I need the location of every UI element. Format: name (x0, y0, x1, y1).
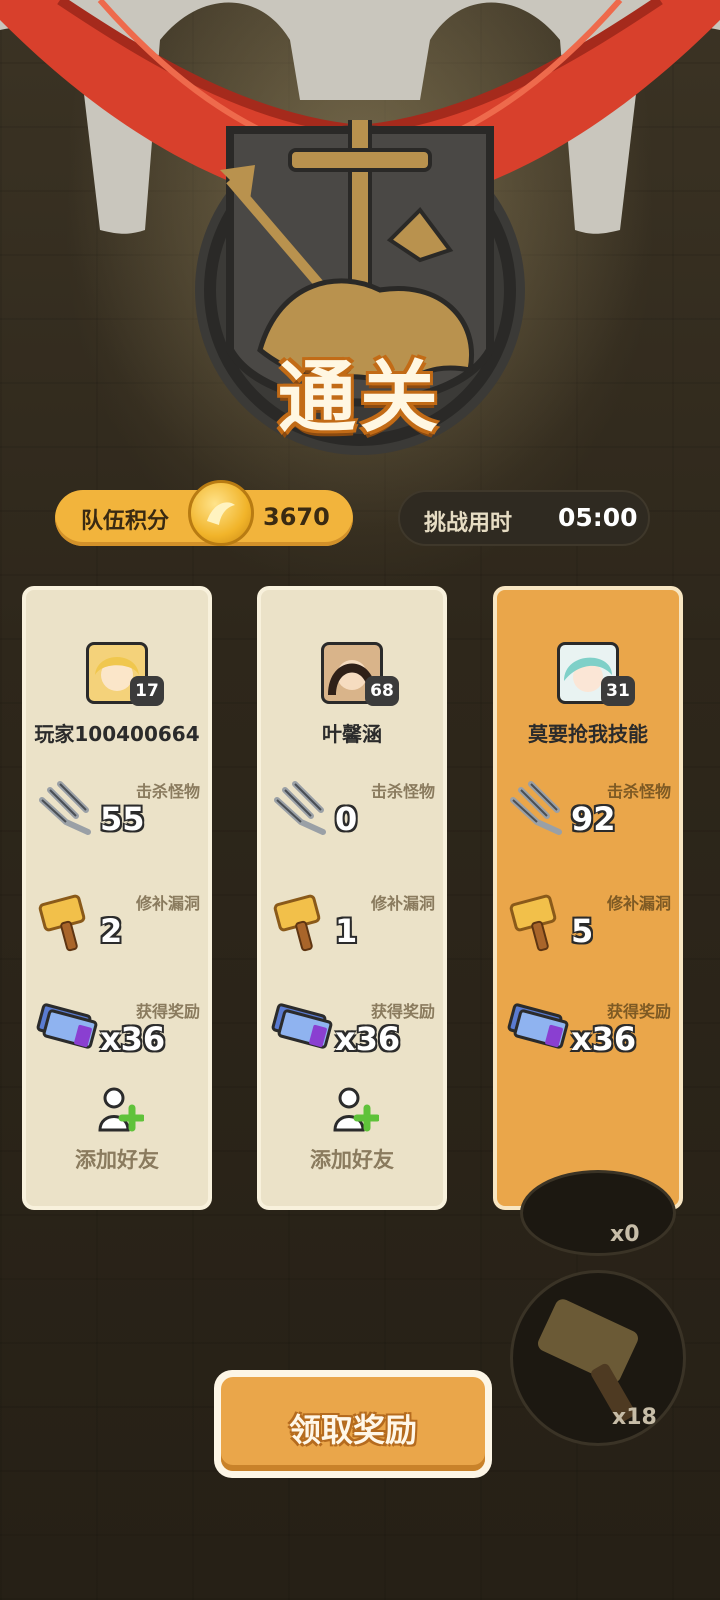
player-level-badge: 68 (365, 676, 399, 706)
victory-title: 通关 (277, 353, 442, 443)
kill-monsters-value: 0 (335, 800, 358, 838)
kill-monsters-value: 55 (100, 800, 145, 838)
hammer-icon (38, 894, 86, 952)
fix-holes-value: 5 (571, 912, 594, 950)
skill-slot-count: x18 (612, 1405, 657, 1430)
claim-reward-button[interactable]: 领取奖励 (214, 1370, 492, 1478)
fix-holes-value: 2 (100, 912, 123, 950)
rewards-value: x36 (571, 1020, 637, 1058)
rewards-label: 获得奖励 (136, 1002, 201, 1021)
skill-slot (520, 1170, 676, 1256)
hammer-icon (273, 894, 321, 952)
hammer-icon (509, 894, 557, 952)
add-friend-label: 添加好友 (75, 1148, 159, 1172)
rewards-label: 获得奖励 (607, 1002, 672, 1021)
add-friend-icon (98, 1087, 144, 1132)
player-card-self: 31 莫要抢我技能 击杀怪物 92 修补漏洞 5 获得奖励 x36 (493, 586, 683, 1210)
player-name: 玩家100400664 (34, 722, 200, 746)
rewards-label: 获得奖励 (371, 1002, 436, 1021)
add-friend-icon (333, 1087, 379, 1132)
team-score-value: 3670 (263, 503, 330, 531)
trident-icon (274, 781, 326, 835)
fix-holes-label: 修补漏洞 (607, 894, 672, 913)
fix-holes-label: 修补漏洞 (136, 894, 201, 913)
rewards-value: x36 (100, 1020, 166, 1058)
kill-monsters-label: 击杀怪物 (607, 782, 672, 801)
challenge-time-pill: 挑战用时 05:00 (398, 490, 650, 546)
coin-icon (188, 480, 254, 546)
player-card: 68 叶馨涵 击杀怪物 0 修补漏洞 1 获得奖励 x36 添加好友 (257, 586, 447, 1210)
claim-reward-label: 领取奖励 (288, 1411, 417, 1449)
add-friend-label: 添加好友 (310, 1148, 394, 1172)
player-card: 17 玩家100400664 击杀怪物 55 修补漏洞 2 获得奖励 x36 添… (22, 586, 212, 1210)
trident-icon (39, 781, 91, 835)
fix-holes-label: 修补漏洞 (371, 894, 436, 913)
rewards-value: x36 (335, 1020, 401, 1058)
skill-slot-count: x0 (610, 1222, 640, 1247)
kill-monsters-label: 击杀怪物 (371, 782, 436, 801)
skill-slot (510, 1270, 686, 1446)
hammer-icon (538, 1299, 638, 1423)
claim-reward-inner: 领取奖励 (221, 1377, 485, 1471)
trident-icon (510, 781, 562, 835)
ticket-icon (507, 1003, 569, 1049)
challenge-time-label: 挑战用时 (424, 511, 513, 536)
ticket-icon (36, 1003, 98, 1049)
player-name: 叶馨涵 (322, 722, 382, 746)
team-score-label: 队伍积分 (81, 509, 170, 534)
kill-monsters-value: 92 (571, 800, 616, 838)
player-level-badge: 31 (601, 676, 635, 706)
player-level-badge: 17 (130, 676, 164, 706)
ticket-icon (271, 1003, 333, 1049)
player-name: 莫要抢我技能 (528, 722, 648, 746)
kill-monsters-label: 击杀怪物 (136, 782, 201, 801)
fix-holes-value: 1 (335, 912, 358, 950)
challenge-time-value: 05:00 (558, 503, 638, 532)
